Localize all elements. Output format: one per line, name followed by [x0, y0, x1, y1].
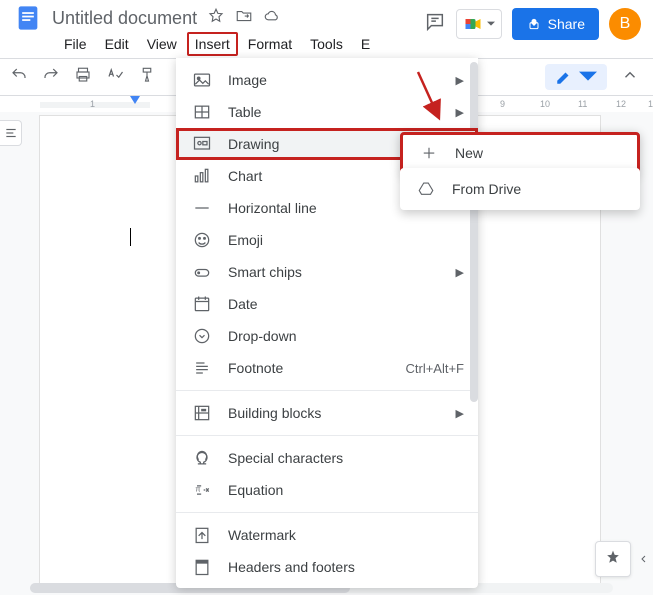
paint-format-icon[interactable]	[138, 66, 156, 89]
menu-e[interactable]: E	[353, 32, 378, 56]
ruler-tick: 10	[540, 99, 550, 109]
menu-item-label: Smart chips	[228, 264, 302, 280]
insert-equation-item[interactable]: π Equation	[176, 474, 478, 506]
menu-file[interactable]: File	[56, 32, 95, 56]
docs-logo-icon[interactable]	[8, 0, 48, 38]
menu-tools[interactable]: Tools	[302, 32, 351, 56]
user-avatar[interactable]: B	[609, 8, 641, 40]
menu-item-label: Emoji	[228, 232, 263, 248]
meet-button[interactable]	[456, 9, 502, 39]
menu-item-label: Equation	[228, 482, 283, 498]
cloud-icon[interactable]	[263, 7, 281, 30]
footnote-icon	[192, 358, 212, 378]
equation-icon: π	[192, 480, 212, 500]
menu-edit[interactable]: Edit	[97, 32, 137, 56]
insert-headers-item[interactable]: Headers and footers	[176, 551, 478, 583]
menu-separator	[176, 512, 478, 513]
menu-item-label: Footnote	[228, 360, 283, 376]
insert-date-item[interactable]: Date	[176, 288, 478, 320]
menu-item-label: Drop-down	[228, 328, 296, 344]
move-icon[interactable]	[235, 7, 253, 30]
print-icon[interactable]	[74, 66, 92, 89]
dropdown-icon	[192, 326, 212, 346]
insert-dropdown-item[interactable]: Drop-down	[176, 320, 478, 352]
title-icon-group	[201, 7, 281, 30]
drawing-icon	[192, 134, 212, 154]
spellcheck-icon[interactable]	[106, 66, 124, 89]
insert-smart-item[interactable]: Smart chips ▶	[176, 256, 478, 288]
date-icon	[192, 294, 212, 314]
plus-icon	[419, 144, 439, 162]
menu-item-label: Table	[228, 104, 261, 120]
menu-format[interactable]: Format	[240, 32, 300, 56]
menu-item-label: Building blocks	[228, 405, 321, 421]
special-icon	[192, 448, 212, 468]
hline-icon	[192, 198, 212, 218]
menu-separator	[176, 435, 478, 436]
undo-icon[interactable]	[10, 66, 28, 89]
menu-item-label: Headers and footers	[228, 559, 355, 575]
menu-item-label: Horizontal line	[228, 200, 317, 216]
emoji-icon	[192, 230, 212, 250]
share-button[interactable]: Share	[512, 8, 599, 40]
collapse-toolbar-icon[interactable]	[621, 66, 643, 89]
text-cursor	[130, 228, 131, 246]
drawing-from-drive-item[interactable]: From Drive	[400, 172, 640, 206]
ruler-tick: 9	[500, 99, 505, 109]
ruler-tick: 13	[648, 99, 653, 109]
building-icon	[192, 403, 212, 423]
chart-icon	[192, 166, 212, 186]
drive-icon	[416, 180, 436, 198]
menu-item-label: Watermark	[228, 527, 296, 543]
editing-mode-button[interactable]	[545, 64, 607, 90]
drawing-new-item[interactable]: New	[403, 136, 637, 170]
menu-item-label: Special characters	[228, 450, 343, 466]
menu-insert[interactable]: Insert	[187, 32, 238, 56]
insert-emoji-item[interactable]: Emoji	[176, 224, 478, 256]
submenu-arrow-icon: ▶	[456, 266, 464, 279]
redo-icon[interactable]	[42, 66, 60, 89]
submenu-arrow-icon: ▶	[456, 74, 464, 87]
keyboard-shortcut: Ctrl+Alt+F	[405, 361, 464, 376]
submenu-label: New	[455, 145, 483, 161]
menu-item-label: Chart	[228, 168, 262, 184]
menu-item-label: Date	[228, 296, 258, 312]
ruler-tick: 11	[578, 99, 587, 109]
submenu-arrow-icon: ▶	[456, 407, 464, 420]
submenu-label: From Drive	[452, 181, 521, 197]
comments-icon[interactable]	[424, 11, 446, 38]
submenu-arrow-icon: ▶	[456, 106, 464, 119]
smart-icon	[192, 262, 212, 282]
menu-view[interactable]: View	[139, 32, 185, 56]
insert-image-item[interactable]: Image ▶	[176, 64, 478, 96]
right-actions: Share B	[424, 8, 641, 40]
insert-table-item[interactable]: Table ▶	[176, 96, 478, 128]
explore-button[interactable]	[595, 541, 631, 577]
share-label: Share	[548, 16, 585, 32]
indent-marker-icon[interactable]	[130, 96, 140, 108]
outline-toggle-icon[interactable]	[0, 120, 22, 146]
drawing-submenu-cont: From Drive	[400, 168, 640, 210]
insert-building-item[interactable]: Building blocks ▶	[176, 397, 478, 429]
watermark-icon	[192, 525, 212, 545]
headers-icon	[192, 557, 212, 577]
ruler-tick: 1	[90, 99, 95, 109]
star-icon[interactable]	[207, 7, 225, 30]
document-title[interactable]: Untitled document	[48, 8, 201, 29]
insert-special-item[interactable]: Special characters	[176, 442, 478, 474]
menu-separator	[176, 390, 478, 391]
menu-item-label: Image	[228, 72, 267, 88]
side-panel-toggle-icon[interactable]	[635, 545, 653, 573]
svg-text:π: π	[195, 485, 200, 494]
ruler-tick: 12	[616, 99, 626, 109]
insert-footnote-item[interactable]: Footnote Ctrl+Alt+F	[176, 352, 478, 384]
insert-watermark-item[interactable]: Watermark	[176, 519, 478, 551]
menu-item-label: Drawing	[228, 136, 279, 152]
table-icon	[192, 102, 212, 122]
image-icon	[192, 70, 212, 90]
